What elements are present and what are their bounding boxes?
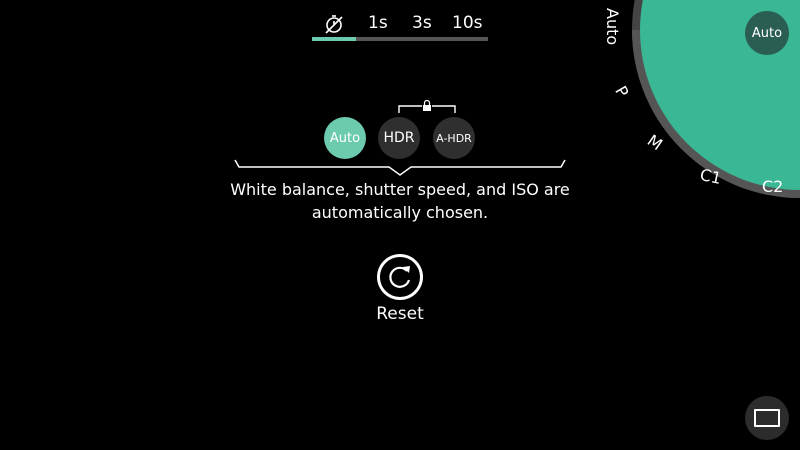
dial-label-c1[interactable]: C1 [698, 165, 723, 188]
hdr-mode-auto-button[interactable]: Auto [324, 117, 366, 159]
reset-button[interactable] [377, 254, 423, 300]
timer-selector: 1s 3s 10s [312, 10, 488, 44]
view-toggle-button[interactable] [745, 396, 789, 440]
reset-label: Reset [376, 304, 424, 324]
timer-option-3s[interactable]: 3s [412, 12, 432, 34]
timer-option-10s[interactable]: 10s [452, 12, 483, 34]
timer-track [312, 37, 488, 41]
mode-description: White balance, shutter speed, and ISO ar… [230, 180, 570, 222]
dial-label-m[interactable]: M [644, 131, 666, 154]
view-rectangle-icon [754, 409, 780, 427]
reset-icon [378, 255, 422, 299]
dial-label-auto[interactable]: Auto [603, 8, 622, 45]
mode-dial [632, 0, 800, 198]
timer-option-1s[interactable]: 1s [368, 12, 388, 34]
description-brace [234, 159, 566, 176]
timer-off-icon[interactable] [324, 14, 344, 34]
hdr-mode-ahdr-button[interactable]: A-HDR [433, 117, 475, 159]
dial-label-c2[interactable]: C2 [762, 177, 783, 196]
hdr-mode-hdr-button[interactable]: HDR [378, 117, 420, 159]
dial-label-p[interactable]: P [611, 83, 632, 101]
lock-icon [398, 100, 456, 113]
timer-selection-indicator [312, 37, 356, 41]
dial-selected-mode-badge[interactable]: Auto [745, 11, 789, 55]
